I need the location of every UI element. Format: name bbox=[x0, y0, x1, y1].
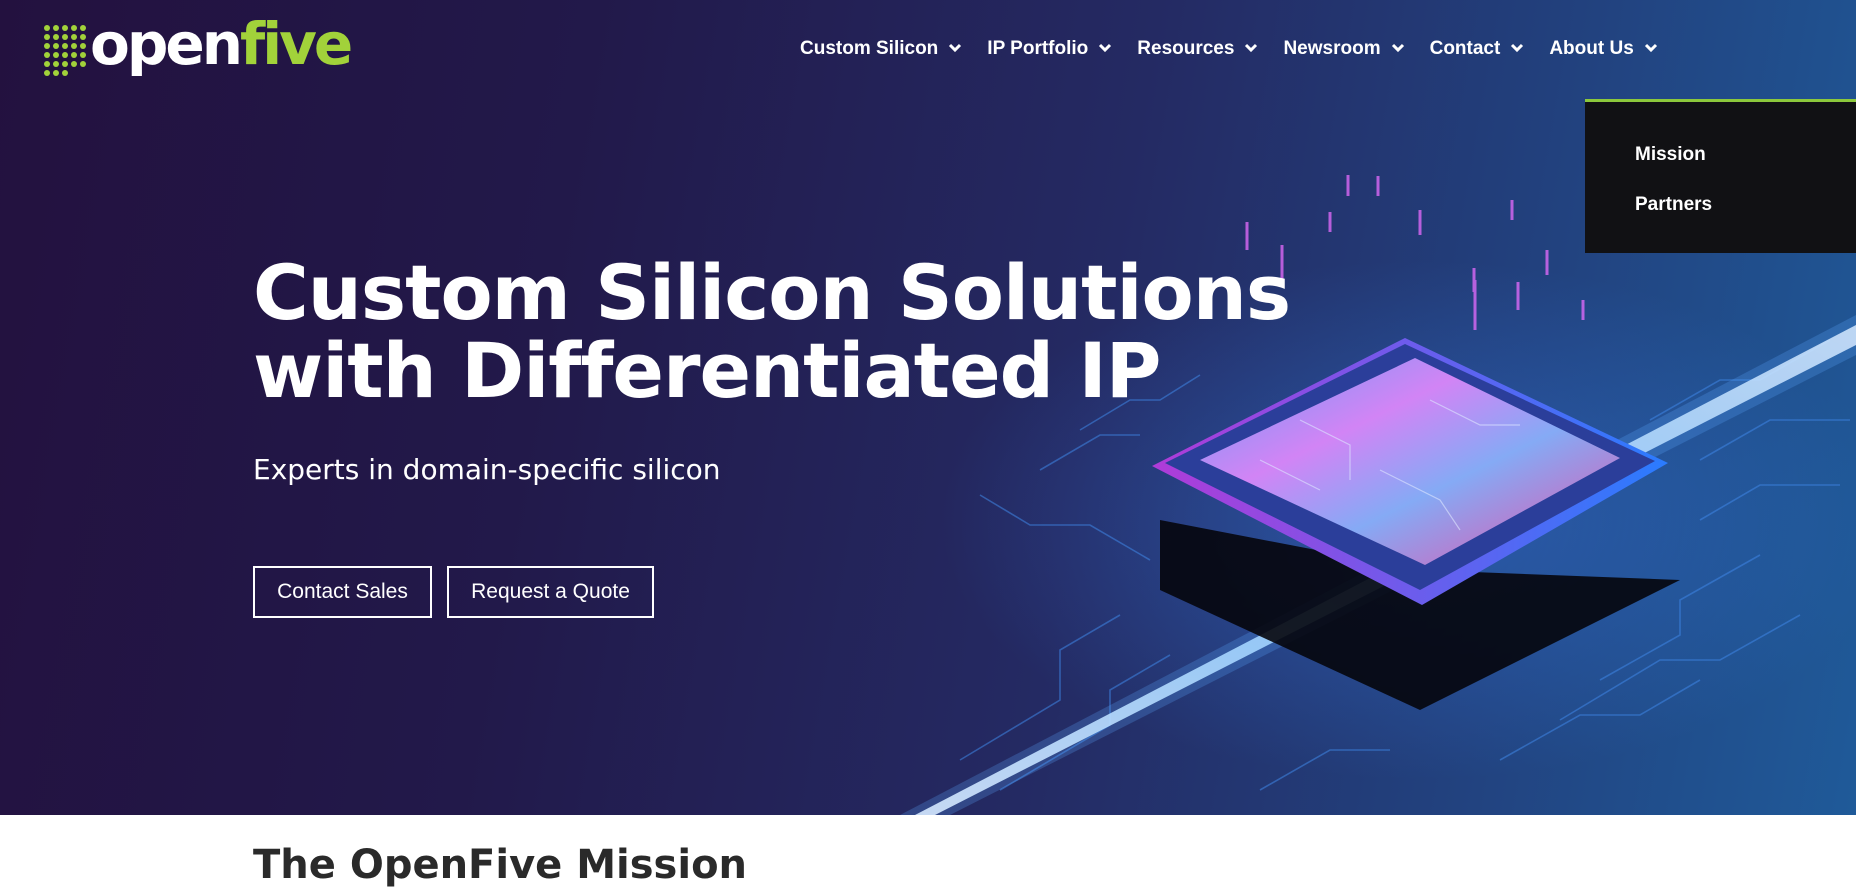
hero-section: openfive Custom Silicon IP Portfolio Res… bbox=[0, 0, 1856, 815]
main-nav: Custom Silicon IP Portfolio Resources Ne… bbox=[800, 38, 1662, 60]
chevron-down-icon bbox=[1244, 43, 1262, 55]
chevron-down-icon bbox=[1510, 43, 1528, 55]
chevron-down-icon bbox=[1098, 43, 1116, 55]
nav-label: About Us bbox=[1549, 38, 1634, 59]
nav-newsroom[interactable]: Newsroom bbox=[1283, 38, 1408, 60]
logo[interactable]: openfive bbox=[40, 10, 353, 80]
mission-section-title: The OpenFive Mission bbox=[253, 842, 748, 888]
hero-title-line2: with Differentiated IP bbox=[253, 326, 1161, 415]
chevron-down-icon bbox=[1391, 43, 1409, 55]
nav-label: Contact bbox=[1429, 38, 1501, 59]
about-us-dropdown: Mission Partners bbox=[1585, 99, 1856, 253]
contact-sales-button[interactable]: Contact Sales bbox=[253, 566, 432, 618]
nav-label: IP Portfolio bbox=[987, 38, 1089, 59]
nav-label: Newsroom bbox=[1283, 38, 1381, 59]
nav-custom-silicon[interactable]: Custom Silicon bbox=[800, 38, 966, 60]
dropdown-item-mission[interactable]: Mission bbox=[1635, 144, 1706, 166]
chevron-down-icon bbox=[948, 43, 966, 55]
logo-wordmark: openfive bbox=[90, 10, 353, 78]
hero-title-line1: Custom Silicon Solutions bbox=[253, 248, 1291, 337]
request-quote-button[interactable]: Request a Quote bbox=[447, 566, 654, 618]
hero-subtitle: Experts in domain-specific silicon bbox=[253, 453, 721, 486]
hero-title: Custom Silicon Solutions with Differenti… bbox=[253, 248, 1291, 415]
nav-contact[interactable]: Contact bbox=[1430, 38, 1529, 60]
nav-about-us[interactable]: About Us bbox=[1549, 38, 1661, 60]
nav-resources[interactable]: Resources bbox=[1137, 38, 1262, 60]
dropdown-item-partners[interactable]: Partners bbox=[1635, 194, 1712, 216]
chevron-down-icon bbox=[1644, 43, 1662, 55]
nav-label: Custom Silicon bbox=[800, 38, 939, 59]
logo-dot-grid-icon bbox=[44, 25, 86, 76]
nav-label: Resources bbox=[1137, 38, 1235, 59]
nav-ip-portfolio[interactable]: IP Portfolio bbox=[987, 38, 1116, 60]
